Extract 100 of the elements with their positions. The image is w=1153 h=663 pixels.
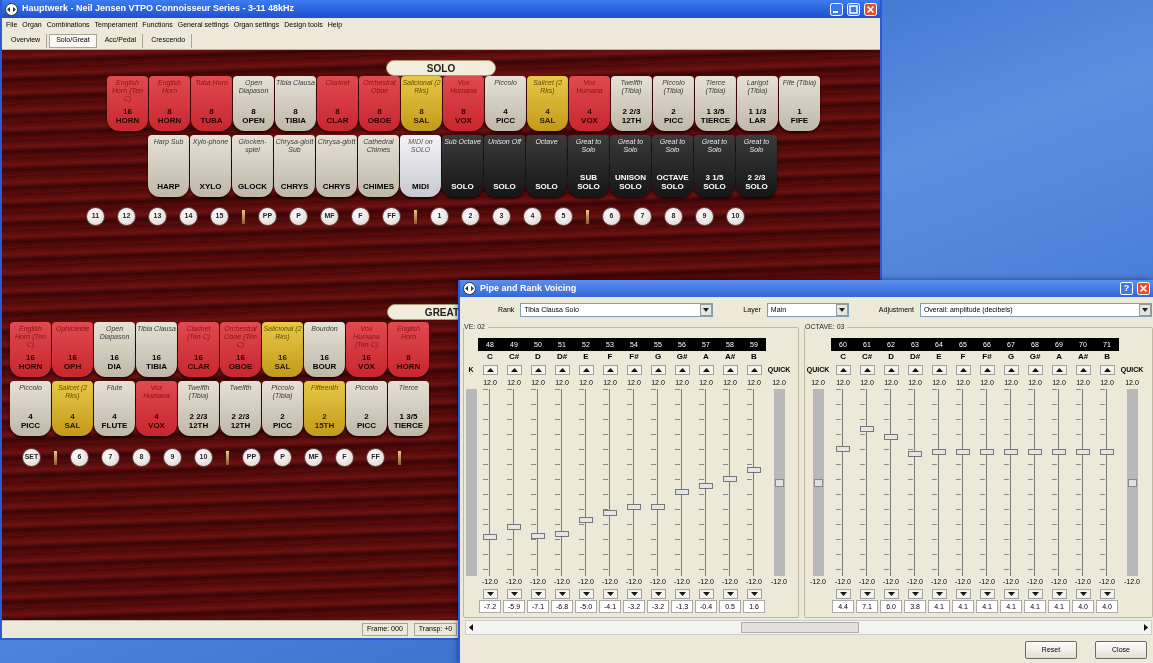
toggle-switch[interactable] <box>241 208 246 225</box>
slider-thumb[interactable] <box>1028 448 1042 455</box>
slider-thumb[interactable] <box>813 478 823 487</box>
raise-button[interactable] <box>722 365 738 375</box>
maximize-icon[interactable] <box>847 2 860 16</box>
right-arrow-icon[interactable] <box>1142 624 1149 631</box>
dropdown-arrow-button[interactable] <box>700 304 713 316</box>
lower-button[interactable] <box>746 589 762 599</box>
slider-thumb[interactable] <box>651 503 665 510</box>
raise-button[interactable] <box>674 365 690 375</box>
lower-button[interactable] <box>698 589 714 599</box>
raise-button[interactable] <box>626 365 642 375</box>
down-arrow-icon <box>510 592 518 596</box>
slider-thumb[interactable] <box>980 448 994 455</box>
lower-button[interactable] <box>907 589 923 599</box>
raise-button[interactable] <box>859 365 875 375</box>
slider-thumb[interactable] <box>1052 448 1066 455</box>
raise-button[interactable] <box>1051 365 1067 375</box>
raise-button[interactable] <box>482 365 498 375</box>
close-icon[interactable] <box>864 2 877 16</box>
slider-thumb[interactable] <box>860 425 874 432</box>
up-arrow-icon <box>1079 368 1087 372</box>
raise-button[interactable] <box>578 365 594 375</box>
slider-thumb[interactable] <box>884 434 898 441</box>
slider-thumb[interactable] <box>1100 449 1114 456</box>
up-arrow-icon <box>582 368 590 372</box>
lower-button[interactable] <box>835 589 851 599</box>
toggle-switch[interactable] <box>53 449 58 466</box>
down-arrow-icon <box>911 592 919 596</box>
note-name: F <box>607 351 613 363</box>
lower-button[interactable] <box>1075 589 1091 599</box>
slider-thumb[interactable] <box>774 478 784 487</box>
slider-thumb[interactable] <box>747 467 761 474</box>
slider-thumb[interactable] <box>531 533 545 540</box>
lower-button[interactable] <box>1051 589 1067 599</box>
lower-button[interactable] <box>883 589 899 599</box>
lower-button[interactable] <box>859 589 875 599</box>
lower-button[interactable] <box>530 589 546 599</box>
lower-button[interactable] <box>650 589 666 599</box>
slider-thumb[interactable] <box>579 517 593 524</box>
slider-thumb[interactable] <box>507 524 521 531</box>
slider-thumb[interactable] <box>699 482 713 489</box>
raise-button[interactable] <box>530 365 546 375</box>
lower-button[interactable] <box>482 589 498 599</box>
toggle-switch[interactable] <box>397 449 402 466</box>
raise-button[interactable] <box>955 365 971 375</box>
slider-thumb[interactable] <box>956 448 970 455</box>
lower-button[interactable] <box>722 589 738 599</box>
raise-button[interactable] <box>506 365 522 375</box>
slider-thumb[interactable] <box>932 448 946 455</box>
raise-button[interactable] <box>1003 365 1019 375</box>
raise-button[interactable] <box>602 365 618 375</box>
up-arrow-icon <box>1103 368 1111 372</box>
help-button[interactable]: ? <box>1120 282 1133 295</box>
slider-thumb[interactable] <box>1076 449 1090 456</box>
left-arrow-icon[interactable] <box>468 624 475 631</box>
raise-button[interactable] <box>931 365 947 375</box>
slider-thumb[interactable] <box>627 503 641 510</box>
lower-button[interactable] <box>1027 589 1043 599</box>
lower-button[interactable] <box>1003 589 1019 599</box>
raise-button[interactable] <box>1027 365 1043 375</box>
lower-button[interactable] <box>578 589 594 599</box>
slider-thumb[interactable] <box>723 475 737 482</box>
lower-button[interactable] <box>955 589 971 599</box>
raise-button[interactable] <box>883 365 899 375</box>
lower-button[interactable] <box>674 589 690 599</box>
slider-thumb[interactable] <box>675 489 689 496</box>
close-icon[interactable] <box>1137 282 1150 295</box>
minimize-icon[interactable] <box>830 2 843 16</box>
raise-button[interactable] <box>746 365 762 375</box>
toggle-switch[interactable] <box>585 208 590 225</box>
raise-button[interactable] <box>1075 365 1091 375</box>
slider-thumb[interactable] <box>908 450 922 457</box>
lower-button[interactable] <box>602 589 618 599</box>
raise-button[interactable] <box>1099 365 1115 375</box>
lower-button[interactable] <box>931 589 947 599</box>
slider-thumb[interactable] <box>555 530 569 537</box>
lower-button[interactable] <box>626 589 642 599</box>
toggle-switch[interactable] <box>413 208 418 225</box>
raise-button[interactable] <box>650 365 666 375</box>
raise-button[interactable] <box>698 365 714 375</box>
horizontal-scrollbar[interactable] <box>465 620 1152 635</box>
lower-button[interactable] <box>506 589 522 599</box>
raise-button[interactable] <box>979 365 995 375</box>
note-name: G <box>654 351 662 363</box>
raise-button[interactable] <box>554 365 570 375</box>
raise-button[interactable] <box>907 365 923 375</box>
lower-button[interactable] <box>554 589 570 599</box>
slider-thumb[interactable] <box>483 533 497 540</box>
slider-thumb[interactable] <box>836 446 850 453</box>
dropdown-arrow-button[interactable] <box>1138 304 1151 316</box>
toggle-switch[interactable] <box>225 449 230 466</box>
slider-thumb[interactable] <box>1004 448 1018 455</box>
slider-thumb[interactable] <box>603 510 617 517</box>
slider-thumb[interactable] <box>1127 478 1137 487</box>
scrollbar-thumb[interactable] <box>741 622 859 633</box>
lower-button[interactable] <box>1099 589 1115 599</box>
dropdown-arrow-button[interactable] <box>835 304 848 316</box>
lower-button[interactable] <box>979 589 995 599</box>
raise-button[interactable] <box>835 365 851 375</box>
